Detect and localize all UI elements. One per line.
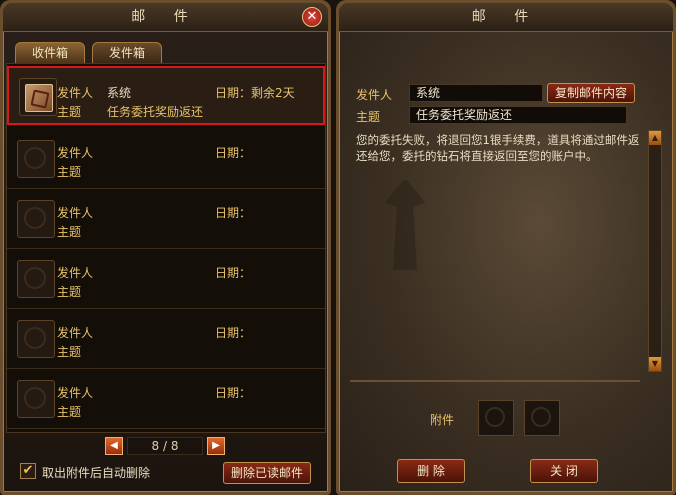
- date-label: 日期：: [215, 326, 252, 340]
- attachment-slot-2[interactable]: [524, 400, 560, 436]
- date-label: 日期：: [215, 146, 252, 160]
- detail-subject-field: 任务委托奖励返还: [409, 106, 627, 124]
- delete-mail-button[interactable]: 删 除: [397, 459, 465, 483]
- subject-label: 主题: [57, 285, 82, 299]
- date-label: 日期：: [215, 206, 252, 220]
- sender-label: 发件人: [57, 386, 94, 400]
- mailbox-title: 邮 件: [3, 3, 328, 32]
- prev-page-button[interactable]: ◀: [105, 437, 123, 455]
- detail-divider: [350, 380, 640, 382]
- attachment-slot-1[interactable]: [478, 400, 514, 436]
- date-label: 日期：: [215, 266, 252, 280]
- page-indicator: 8 / 8: [127, 437, 203, 455]
- empty-mail-slot: [17, 140, 55, 178]
- close-mail-button[interactable]: 关 闭: [530, 459, 598, 483]
- delete-read-button[interactable]: 删除已读邮件: [223, 462, 311, 484]
- sender-label: 发件人: [57, 146, 94, 160]
- swirl-icon: [485, 407, 505, 427]
- mail-body-scrollbar[interactable]: ▲ ▼: [648, 130, 662, 372]
- swirl-icon: [24, 387, 46, 409]
- mail-body-text: 您的委托失败，将退回您1银手续费，道具将通过邮件返还给您，委托的钻石将直接返回至…: [356, 133, 640, 163]
- mail-list: 发件人 系统 日期： 剩余2天 主题 任务委托奖励返还 发件人 日期： 主题 发…: [6, 63, 326, 433]
- mail-row[interactable]: 发件人 日期： 主题: [7, 190, 325, 249]
- empty-mail-slot: [17, 380, 55, 418]
- detail-subject-label: 主题: [356, 110, 381, 124]
- subject-label: 主题: [57, 225, 82, 239]
- sender-label: 发件人: [57, 266, 94, 280]
- empty-mail-slot: [17, 320, 55, 358]
- empty-mail-slot: [17, 200, 55, 238]
- auto-delete-checkbox[interactable]: ✔: [20, 463, 36, 479]
- swirl-icon: [24, 267, 46, 289]
- tab-inbox[interactable]: 收件箱: [15, 42, 85, 63]
- swirl-icon: [531, 407, 551, 427]
- subject-label: 主题: [57, 105, 82, 119]
- date-label: 日期：: [215, 86, 252, 100]
- empty-mail-slot: [17, 260, 55, 298]
- sender-label: 发件人: [57, 86, 94, 100]
- date-value: 剩余2天: [251, 86, 295, 100]
- subject-label: 主题: [57, 405, 82, 419]
- date-label: 日期：: [215, 386, 252, 400]
- mail-detail-title: 邮 件: [339, 3, 673, 32]
- swirl-icon: [24, 207, 46, 229]
- next-page-button[interactable]: ▶: [207, 437, 225, 455]
- detail-sender-label: 发件人: [356, 88, 393, 102]
- auto-delete-label: 取出附件后自动删除: [42, 466, 151, 480]
- tab-outbox[interactable]: 发件箱: [92, 42, 162, 63]
- subject-value: 任务委托奖励返还: [107, 105, 204, 119]
- detail-sender-field: 系统: [409, 84, 543, 102]
- mail-row-selected[interactable]: 发件人 系统 日期： 剩余2天 主题 任务委托奖励返还: [7, 66, 325, 125]
- mail-row[interactable]: 发件人 日期： 主题: [7, 370, 325, 429]
- close-icon[interactable]: ✕: [302, 7, 322, 27]
- mail-row[interactable]: 发件人 日期： 主题: [7, 250, 325, 309]
- subject-label: 主题: [57, 345, 82, 359]
- sender-value: 系统: [107, 86, 132, 100]
- swirl-icon: [24, 327, 46, 349]
- mail-item-slot: [19, 78, 57, 116]
- pagination: ◀ 8 / 8 ▶: [105, 437, 225, 455]
- sender-label: 发件人: [57, 206, 94, 220]
- swirl-icon: [24, 147, 46, 169]
- sender-label: 发件人: [57, 326, 94, 340]
- scroll-down-icon[interactable]: ▼: [649, 357, 661, 371]
- mail-letter-icon: [25, 84, 53, 112]
- scroll-up-icon[interactable]: ▲: [649, 131, 661, 145]
- subject-label: 主题: [57, 165, 82, 179]
- mail-row[interactable]: 发件人 日期： 主题: [7, 310, 325, 369]
- copy-mail-content-button[interactable]: 复制邮件内容: [547, 83, 635, 103]
- mail-row[interactable]: 发件人 日期： 主题: [7, 130, 325, 189]
- attachment-label: 附件: [430, 413, 455, 427]
